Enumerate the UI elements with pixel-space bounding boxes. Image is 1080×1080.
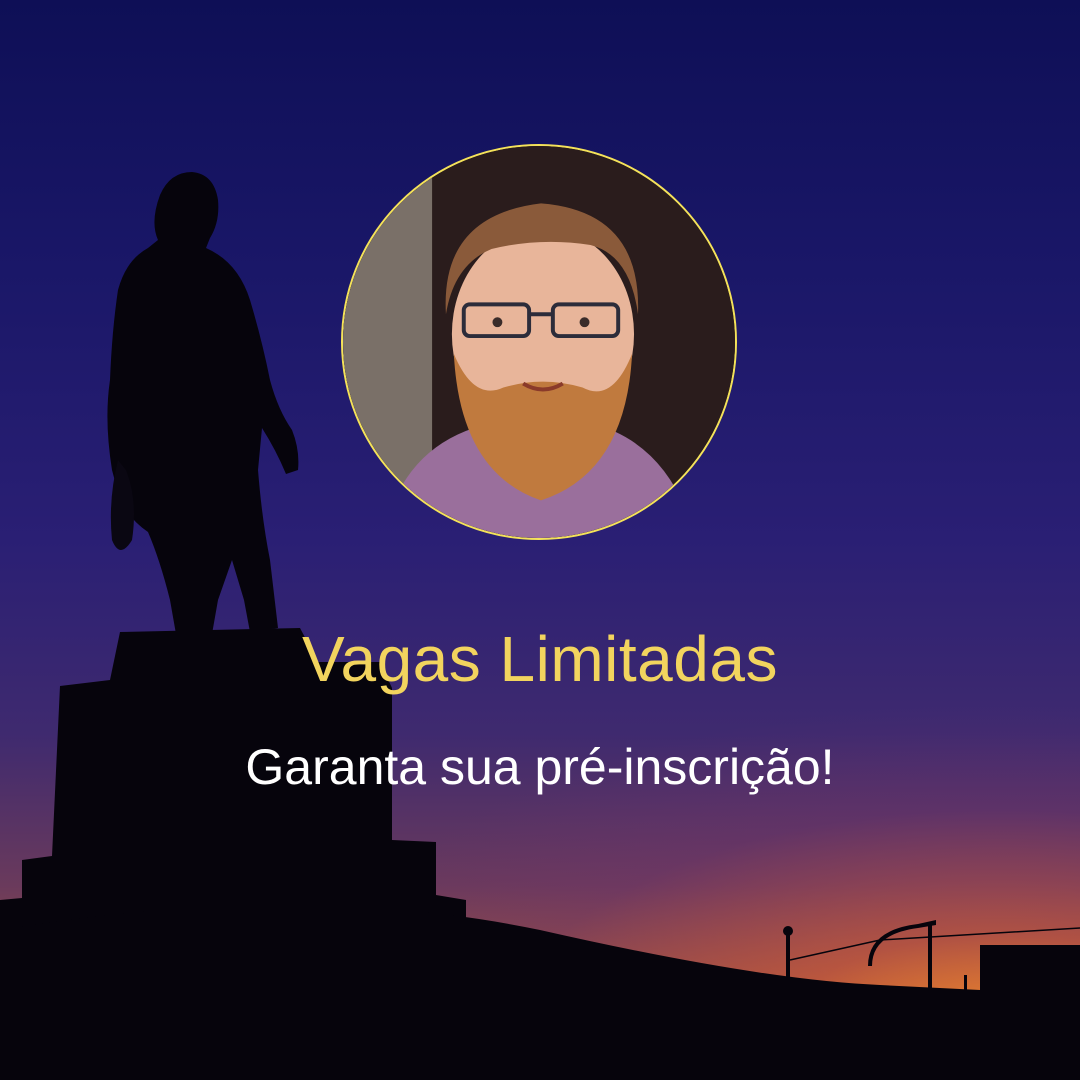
headline-vagas-limitadas: Vagas Limitadas [302, 623, 778, 695]
speaker-portrait-icon [343, 146, 735, 538]
subline-pre-inscricao: Garanta sua pré-inscrição! [245, 739, 835, 795]
speaker-avatar [341, 144, 737, 540]
